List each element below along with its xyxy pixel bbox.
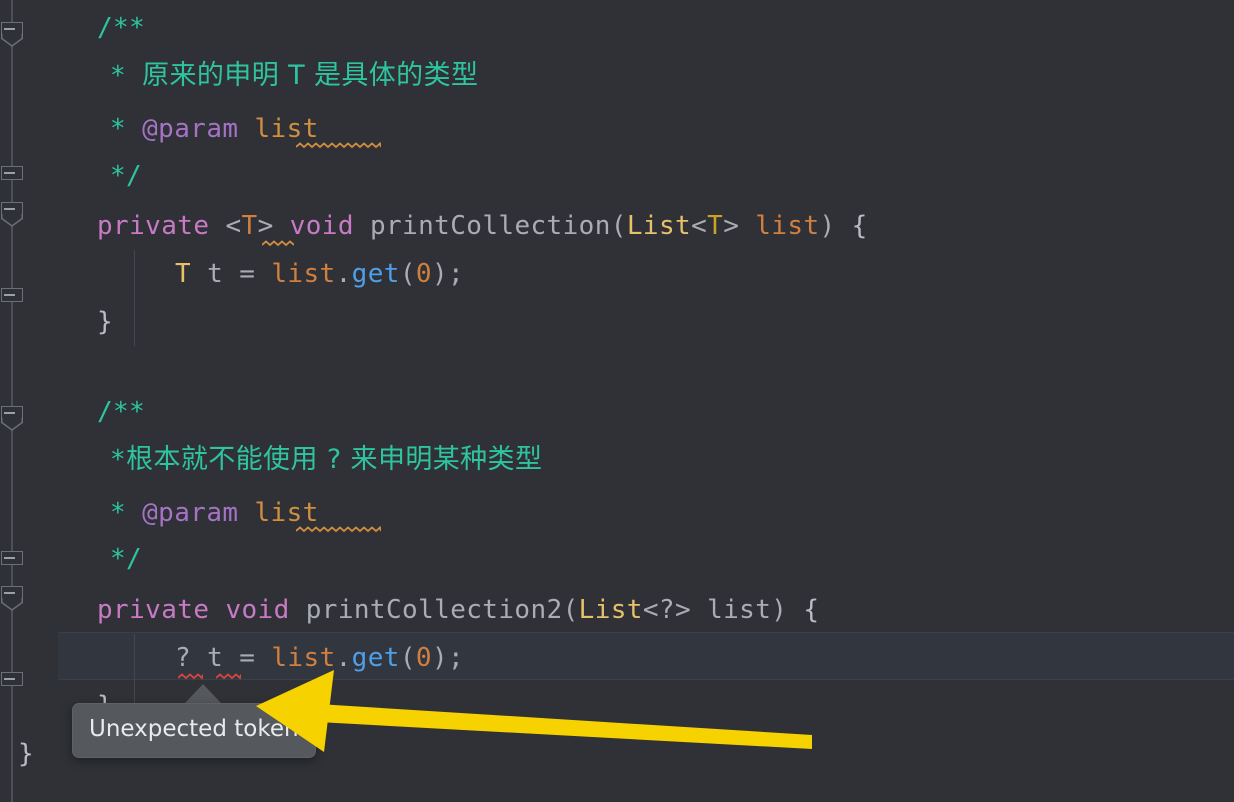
code-token: * [110, 114, 143, 144]
code-token: list [755, 211, 820, 241]
code-token: * [110, 498, 143, 528]
code-token: void [289, 211, 354, 241]
code-token: T [175, 259, 192, 289]
code-token: = [239, 259, 256, 289]
code-token: @param [142, 498, 239, 528]
code-token: private [97, 211, 210, 241]
code-token: List [578, 595, 643, 625]
code-token: private [97, 595, 210, 625]
code-token: get [351, 643, 400, 673]
code-line[interactable]: } [18, 730, 34, 778]
code-token: ( [610, 211, 627, 241]
tooltip-pointer-icon [185, 684, 221, 703]
code-token: . [335, 643, 352, 673]
code-token: printCollection [369, 211, 611, 241]
code-line[interactable]: private void printCollection2(List<?> li… [97, 586, 819, 634]
code-token: 0 [415, 643, 432, 673]
code-token: { [803, 595, 820, 625]
code-token: ) [771, 595, 804, 625]
code-token: 原来的申明 T 是具体的类型 [142, 60, 479, 91]
code-token: = [239, 643, 256, 673]
code-token: <?> [642, 595, 708, 625]
squiggle-underline [216, 673, 241, 680]
code-token: list [271, 259, 336, 289]
error-tooltip: Unexpected token [72, 703, 316, 758]
code-token: ( [562, 595, 579, 625]
indent-guide [134, 250, 135, 346]
code-token: List [626, 211, 692, 241]
code-token: < [225, 211, 242, 241]
code-token: T [707, 211, 724, 241]
code-line[interactable]: * @param list [110, 489, 319, 537]
code-token: */ [110, 544, 143, 574]
code-token: @param [142, 114, 239, 144]
code-token: . [335, 259, 352, 289]
code-line[interactable]: * 原来的申明 T 是具体的类型 [110, 52, 478, 100]
code-token: ( [399, 259, 416, 289]
code-token: 根本就不能使用 ? 来申明某种类型 [126, 444, 543, 475]
tooltip-label: Unexpected token [89, 716, 299, 742]
squiggle-underline [262, 240, 294, 247]
code-token: */ [110, 161, 143, 191]
code-token: T [241, 211, 258, 241]
code-line[interactable]: */ [110, 152, 142, 200]
squiggle-underline [296, 526, 381, 533]
code-token: 0 [415, 259, 432, 289]
code-token: ( [399, 643, 416, 673]
code-token: ) [819, 211, 852, 241]
code-token: void [225, 595, 290, 625]
code-token: t [191, 259, 240, 289]
code-line[interactable]: private <T> void printCollection(List<T>… [97, 202, 868, 250]
code-token: ? [175, 643, 192, 673]
code-token: > [257, 211, 274, 241]
code-token: } [97, 307, 114, 337]
code-token: get [351, 259, 400, 289]
code-token: > [723, 211, 756, 241]
code-token: t [191, 643, 240, 673]
code-token: * [110, 445, 127, 475]
code-token: printCollection2 [305, 595, 563, 625]
code-content[interactable]: /** * 原来的申明 T 是具体的类型 * @param list */privat… [0, 0, 1234, 802]
code-token: list [254, 114, 319, 144]
code-line[interactable]: } [97, 298, 113, 346]
code-line[interactable]: /** [97, 388, 145, 436]
code-token: < [691, 211, 708, 241]
code-token: /** [97, 397, 146, 427]
squiggle-underline [296, 142, 381, 149]
code-line[interactable]: */ [110, 535, 142, 583]
code-line[interactable]: /** [97, 4, 145, 52]
code-token: * [110, 61, 143, 91]
code-token: list [707, 595, 772, 625]
code-line[interactable]: * @param list [110, 105, 319, 153]
code-line[interactable]: T t = list.get(0); [175, 250, 464, 298]
code-token: list [254, 498, 319, 528]
code-token: } [18, 739, 35, 769]
squiggle-underline [178, 673, 203, 680]
code-token: /** [97, 13, 146, 43]
code-line[interactable]: *根本就不能使用 ? 来申明某种类型 [110, 436, 542, 484]
code-token: ); [431, 259, 465, 289]
code-token: ); [431, 643, 465, 673]
code-token: list [271, 643, 336, 673]
code-token: { [851, 211, 868, 241]
code-editor[interactable]: /** * 原来的申明 T 是具体的类型 * @param list */privat… [0, 0, 1234, 802]
